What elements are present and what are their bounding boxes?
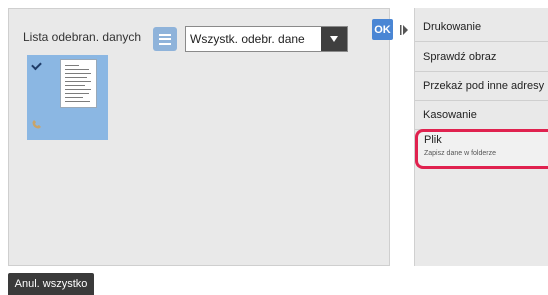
received-data-thumbnail[interactable]: [27, 55, 108, 140]
ok-button[interactable]: OK: [372, 19, 393, 40]
chevron-down-icon: [330, 36, 338, 42]
received-data-list-panel: Lista odebran. danych Wszystk. odebr. da…: [8, 8, 393, 266]
menu-item-label: Przekaż pod inne adresy: [423, 80, 545, 92]
filter-dropdown-button[interactable]: [321, 27, 347, 51]
menu-item-file[interactable]: Plik Zapisz dane w folderze: [415, 129, 548, 169]
list-title: Lista odebran. danych: [23, 30, 142, 44]
menu-item-delete[interactable]: Kasowanie: [415, 101, 548, 130]
menu-item-label: Sprawdź obraz: [423, 51, 497, 63]
menu-item-sublabel: Zapisz dane w folderze: [424, 150, 496, 157]
menu-item-label: Plik: [424, 134, 442, 146]
app-window: Lista odebran. danych Wszystk. odebr. da…: [0, 0, 548, 295]
cancel-all-button[interactable]: Anul. wszystko: [8, 273, 94, 295]
panel-toggle-icon[interactable]: [400, 25, 408, 35]
action-menu-panel: Drukowanie Sprawdź obraz Przekaż pod inn…: [414, 8, 548, 266]
menu-item-label: Kasowanie: [423, 109, 477, 121]
fax-icon: [32, 120, 41, 129]
list-view-button[interactable]: [153, 27, 177, 51]
menu-item-print[interactable]: Drukowanie: [415, 13, 548, 42]
checkmark-icon: [31, 59, 42, 71]
menu-item-check-image[interactable]: Sprawdź obraz: [415, 43, 548, 72]
filter-select[interactable]: Wszystk. odebr. dane: [185, 26, 348, 52]
menu-item-forward[interactable]: Przekaż pod inne adresy: [415, 72, 548, 101]
list-view-icon: [159, 33, 171, 45]
document-thumbnail: [60, 59, 97, 108]
filter-select-value: Wszystk. odebr. dane: [190, 32, 305, 46]
menu-item-label: Drukowanie: [423, 21, 482, 33]
